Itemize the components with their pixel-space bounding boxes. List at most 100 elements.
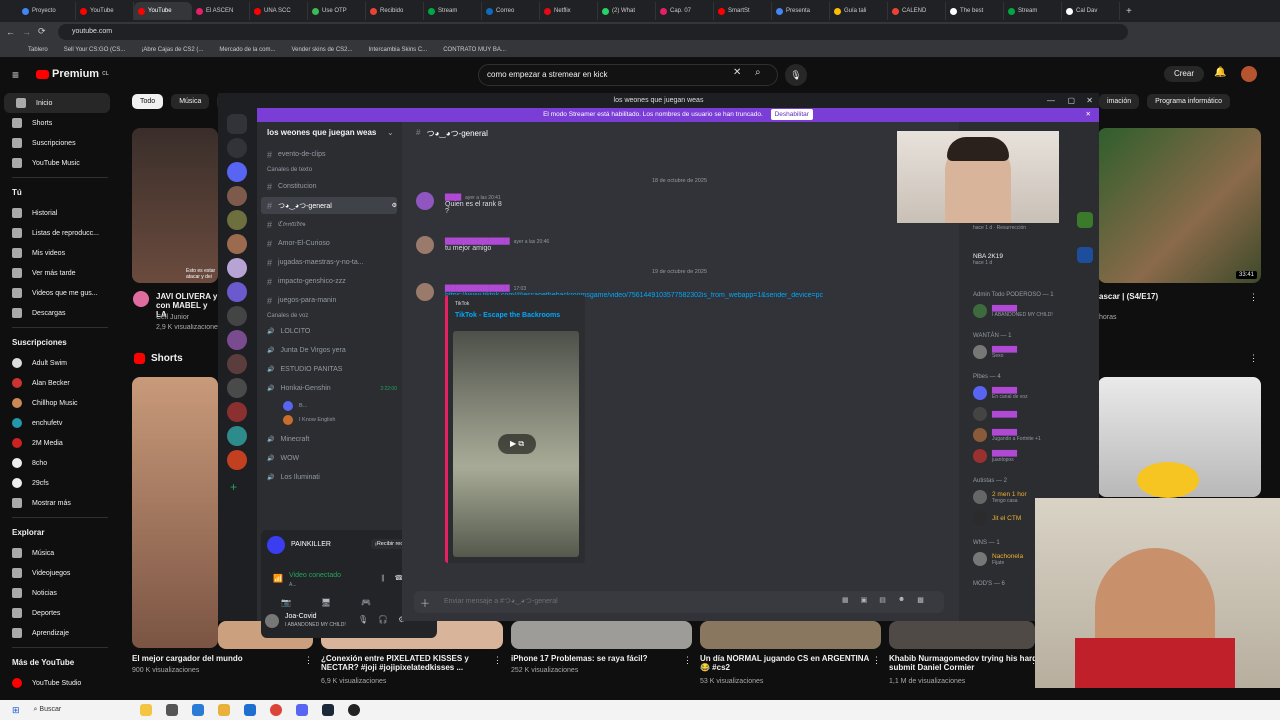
server-icon[interactable] xyxy=(227,186,247,206)
section-heading[interactable]: Tú xyxy=(0,182,120,203)
more-options-icon[interactable]: ⋮ xyxy=(683,655,692,666)
filter-chip[interactable]: Todo xyxy=(132,94,164,109)
text-channel[interactable]: # impacto-genshico-zzz xyxy=(261,273,397,290)
short-thumbnail[interactable] xyxy=(889,621,1035,649)
member-activity[interactable]: NBA 2K19 hace 1 d xyxy=(973,253,1003,266)
section-heading[interactable]: Suscripciones xyxy=(0,332,120,353)
video-title[interactable]: ascar | (S4/E17) xyxy=(1099,292,1158,301)
filter-chip[interactable]: Programa informático xyxy=(1147,94,1231,109)
member-item[interactable]: Jit el CTM xyxy=(973,511,1021,525)
video-title[interactable]: ¿Conexión entre PIXELATED KISSES y NECTAR… xyxy=(321,654,499,672)
browser-tab[interactable]: UNA SCC xyxy=(250,2,308,20)
server-icon[interactable] xyxy=(227,450,247,470)
category-voice[interactable]: Canales de voz xyxy=(267,313,308,319)
server-icon[interactable] xyxy=(227,426,247,446)
video-title[interactable]: El mejor cargador del mundo xyxy=(132,654,310,663)
chrome-icon[interactable] xyxy=(269,704,282,716)
chevron-down-icon[interactable]: ⌄ xyxy=(387,128,394,137)
browser-tab[interactable]: Cap. 07 xyxy=(656,2,714,20)
sidebar-item[interactable]: Listas de reproducc... xyxy=(0,223,120,243)
member-item[interactable]: ▇▇▇▇▇ Jugando a Fortnite +1 xyxy=(973,428,1041,442)
server-icon[interactable] xyxy=(227,378,247,398)
sidebar-item[interactable]: Shorts xyxy=(0,113,120,133)
member-item[interactable]: ▇▇▇▇▇ Sexo xyxy=(973,345,1017,359)
member-item[interactable]: ▇▇▇▇▇ juantopos xyxy=(973,449,1017,463)
windows-icon[interactable]: ⊞ xyxy=(12,705,20,716)
clear-search-icon[interactable]: ✕ xyxy=(733,67,741,78)
discord-home-icon[interactable] xyxy=(227,114,247,134)
bookmark-item[interactable]: Sell Your CS:GO (CS... xyxy=(64,47,126,53)
discord-icon[interactable] xyxy=(295,704,308,716)
text-channel[interactable]: # jugadas-maestras-y-no-ta... xyxy=(261,254,397,271)
store-icon[interactable] xyxy=(243,704,256,716)
sidebar-item[interactable]: 8cho xyxy=(0,453,120,473)
text-channel[interactable]: # ℭ𝔬𝔪𝔞𝔯𝔡𝔬𝔰 xyxy=(261,216,397,233)
close-icon[interactable]: ✕ xyxy=(1086,93,1093,108)
member-item[interactable]: ▇▇▇▇▇ xyxy=(973,407,1017,421)
apps-icon[interactable]: ▩ xyxy=(917,596,924,604)
voice-channel[interactable]: 🔊 Los Iluminati xyxy=(261,469,397,486)
avatar[interactable] xyxy=(416,236,434,254)
bookmark-item[interactable]: ¡Abre Cajas de CS2 (... xyxy=(141,47,203,53)
voice-channel[interactable]: 🔊 Junta De Virgos yera xyxy=(261,342,397,359)
forward-icon[interactable]: → xyxy=(22,27,31,37)
sidebar-item[interactable]: Alan Becker xyxy=(0,373,120,393)
server-icon[interactable] xyxy=(227,354,247,374)
sidebar-item[interactable]: 2M Media xyxy=(0,433,120,453)
obs-icon[interactable] xyxy=(347,704,360,716)
more-options-icon[interactable]: ⋮ xyxy=(1249,353,1258,364)
add-attachment-icon[interactable]: ＋ xyxy=(420,595,430,610)
sidebar-item[interactable]: Inicio xyxy=(4,93,110,113)
filter-chip[interactable]: imación xyxy=(1099,94,1140,109)
member-item[interactable]: ▇▇▇▇▇ I ABANDONED MY CHILD! xyxy=(973,304,1053,318)
bookmark-item[interactable]: CONTRATO MUY BA... xyxy=(443,47,506,53)
category-text[interactable]: Canales de texto xyxy=(267,167,312,173)
headset-icon[interactable]: 🎧 xyxy=(378,615,388,624)
browser-tab[interactable]: SmartSt xyxy=(714,2,772,20)
noise-icon[interactable]: ∥ xyxy=(381,574,385,582)
maximize-icon[interactable]: ▢ xyxy=(1067,93,1075,108)
edge-icon[interactable] xyxy=(191,704,204,716)
browser-tab[interactable]: Stream xyxy=(1004,2,1062,20)
server-icon[interactable] xyxy=(227,330,247,350)
browser-tab[interactable]: Presenta xyxy=(772,2,830,20)
url-field[interactable]: youtube.com xyxy=(58,24,1128,40)
disable-streamer-button[interactable]: Deshabilitar xyxy=(770,109,813,120)
sidebar-item[interactable]: Aprendizaje xyxy=(0,623,120,643)
sidebar-item[interactable]: Adult Swim xyxy=(0,353,120,373)
voice-channel[interactable]: 🔊 Honkai-Genshin 2:22:00 xyxy=(261,380,397,397)
short-thumbnail[interactable] xyxy=(511,621,692,649)
steam-icon[interactable] xyxy=(321,704,334,716)
browser-tab[interactable]: (2) What xyxy=(598,2,656,20)
message-author[interactable]: ▇▇▇ xyxy=(445,194,461,201)
direct-messages-icon[interactable] xyxy=(227,138,247,158)
server-icon[interactable] xyxy=(227,162,247,182)
bookmark-item[interactable]: Intercambia Skins C... xyxy=(369,47,428,53)
video-title[interactable]: iPhone 17 Problemas: se raya fácil? xyxy=(511,654,689,663)
widgets-icon[interactable] xyxy=(139,704,152,716)
browser-tab[interactable]: Use OTP xyxy=(308,2,366,20)
member-item[interactable]: Nachonela Fijate xyxy=(973,552,1023,566)
sidebar-item[interactable]: YouTube Music xyxy=(0,153,120,173)
voice-channel[interactable]: 🔊 LOLCITO xyxy=(261,323,397,340)
avatar[interactable] xyxy=(416,283,434,301)
browser-tab[interactable]: Proyecto xyxy=(18,2,76,20)
folder-icon[interactable] xyxy=(217,704,230,716)
sidebar-item[interactable]: Mostrar más xyxy=(0,493,120,513)
message-author[interactable]: ▇▇▇▇▇▇▇▇▇▇▇▇ xyxy=(445,285,510,292)
play-icon[interactable]: ▶ ⧉ xyxy=(498,434,536,454)
taskbar-search[interactable]: ⌕ Buscar xyxy=(34,706,126,714)
voice-channel[interactable]: 🔊 ESTUDIO PANITAS xyxy=(261,361,397,378)
sidebar-item[interactable]: Chillhop Music xyxy=(0,393,120,413)
voice-channel[interactable]: 🔊 Minecraft xyxy=(261,431,397,448)
sidebar-item[interactable]: Noticias xyxy=(0,583,120,603)
server-icon[interactable] xyxy=(227,306,247,326)
browser-tab[interactable]: Recibido xyxy=(366,2,424,20)
sidebar-item[interactable]: Suscripciones xyxy=(0,133,120,153)
sidebar-item[interactable]: Deportes xyxy=(0,603,120,623)
video-title[interactable]: Khabib Nurmagomedov trying his hardes sub… xyxy=(889,654,1039,672)
new-tab-icon[interactable]: + xyxy=(1126,6,1132,17)
text-channel[interactable]: # Amor-El-Curioso xyxy=(261,235,397,252)
sidebar-item[interactable]: Música xyxy=(0,543,120,563)
browser-tab[interactable]: Correo xyxy=(482,2,540,20)
